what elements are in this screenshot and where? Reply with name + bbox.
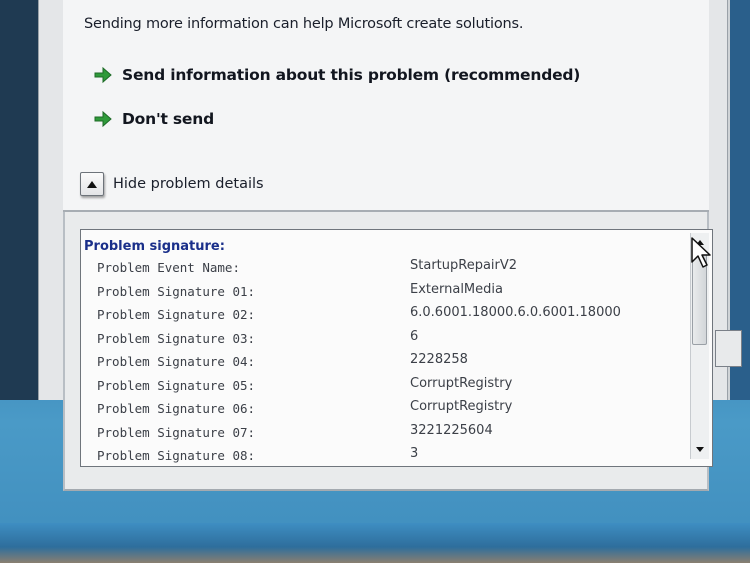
detail-value: 3221225604 bbox=[410, 422, 493, 438]
detail-label: Problem Event Name: bbox=[97, 260, 240, 275]
detail-label: Problem Signature 08: bbox=[97, 448, 256, 463]
problem-details-box[interactable]: Problem signature: Problem Event Name: S… bbox=[80, 229, 713, 467]
detail-label: Problem Signature 06: bbox=[97, 401, 256, 416]
background-left-strip bbox=[0, 0, 38, 400]
dont-send-label: Don't send bbox=[122, 110, 214, 128]
scroll-down-button[interactable] bbox=[691, 441, 709, 459]
desktop-background bbox=[0, 523, 750, 563]
detail-row: Problem Signature 03: 6 bbox=[97, 328, 677, 353]
detail-row: Problem Signature 08: 3 bbox=[97, 446, 677, 466]
hide-details-toggle[interactable]: Hide problem details bbox=[80, 172, 264, 196]
green-arrow-icon bbox=[92, 108, 114, 130]
intro-text: Sending more information can help Micros… bbox=[84, 16, 524, 32]
hide-details-label: Hide problem details bbox=[113, 176, 264, 192]
detail-value: StartupRepairV2 bbox=[410, 258, 518, 273]
detail-label: Problem Signature 01: bbox=[97, 283, 256, 299]
detail-row: Problem Signature 02: 6.0.6001.18000.6.0… bbox=[97, 305, 677, 329]
mouse-cursor-icon bbox=[690, 236, 712, 270]
detail-label: Problem Signature 04: bbox=[97, 354, 256, 369]
detail-row: Problem Signature 05: CorruptRegistry bbox=[97, 375, 677, 400]
detail-row: Problem Event Name: StartupRepairV2 bbox=[97, 258, 677, 282]
toggle-details-button[interactable] bbox=[80, 172, 104, 196]
detail-row: Problem Signature 07: 3221225604 bbox=[97, 422, 677, 447]
detail-label: Problem Signature 07: bbox=[97, 424, 256, 440]
detail-row: Problem Signature 06: CorruptRegistry bbox=[97, 399, 677, 423]
background-window-button bbox=[715, 330, 742, 367]
detail-value: ExternalMedia bbox=[410, 281, 503, 297]
detail-value: CorruptRegistry bbox=[410, 399, 513, 414]
green-arrow-icon bbox=[92, 64, 114, 86]
triangle-down-icon bbox=[696, 447, 704, 452]
detail-value: 3 bbox=[410, 446, 419, 461]
divider bbox=[63, 210, 709, 212]
problem-signature-header: Problem signature: bbox=[84, 239, 225, 254]
detail-row: Problem Signature 01: ExternalMedia bbox=[97, 281, 677, 306]
send-information-label: Send information about this problem (rec… bbox=[122, 66, 581, 84]
send-information-option[interactable]: Send information about this problem (rec… bbox=[92, 64, 580, 86]
dont-send-option[interactable]: Don't send bbox=[92, 108, 214, 130]
detail-value: 2228258 bbox=[410, 352, 468, 367]
detail-label: Problem Signature 05: bbox=[97, 377, 256, 393]
triangle-up-icon bbox=[87, 181, 97, 188]
detail-value: CorruptRegistry bbox=[410, 375, 513, 391]
detail-label: Problem Signature 03: bbox=[97, 330, 256, 346]
detail-value: 6.0.6001.18000.6.0.6001.18000 bbox=[410, 305, 621, 320]
detail-value: 6 bbox=[410, 328, 419, 344]
detail-row: Problem Signature 04: 2228258 bbox=[97, 352, 677, 376]
detail-label: Problem Signature 02: bbox=[97, 307, 256, 322]
